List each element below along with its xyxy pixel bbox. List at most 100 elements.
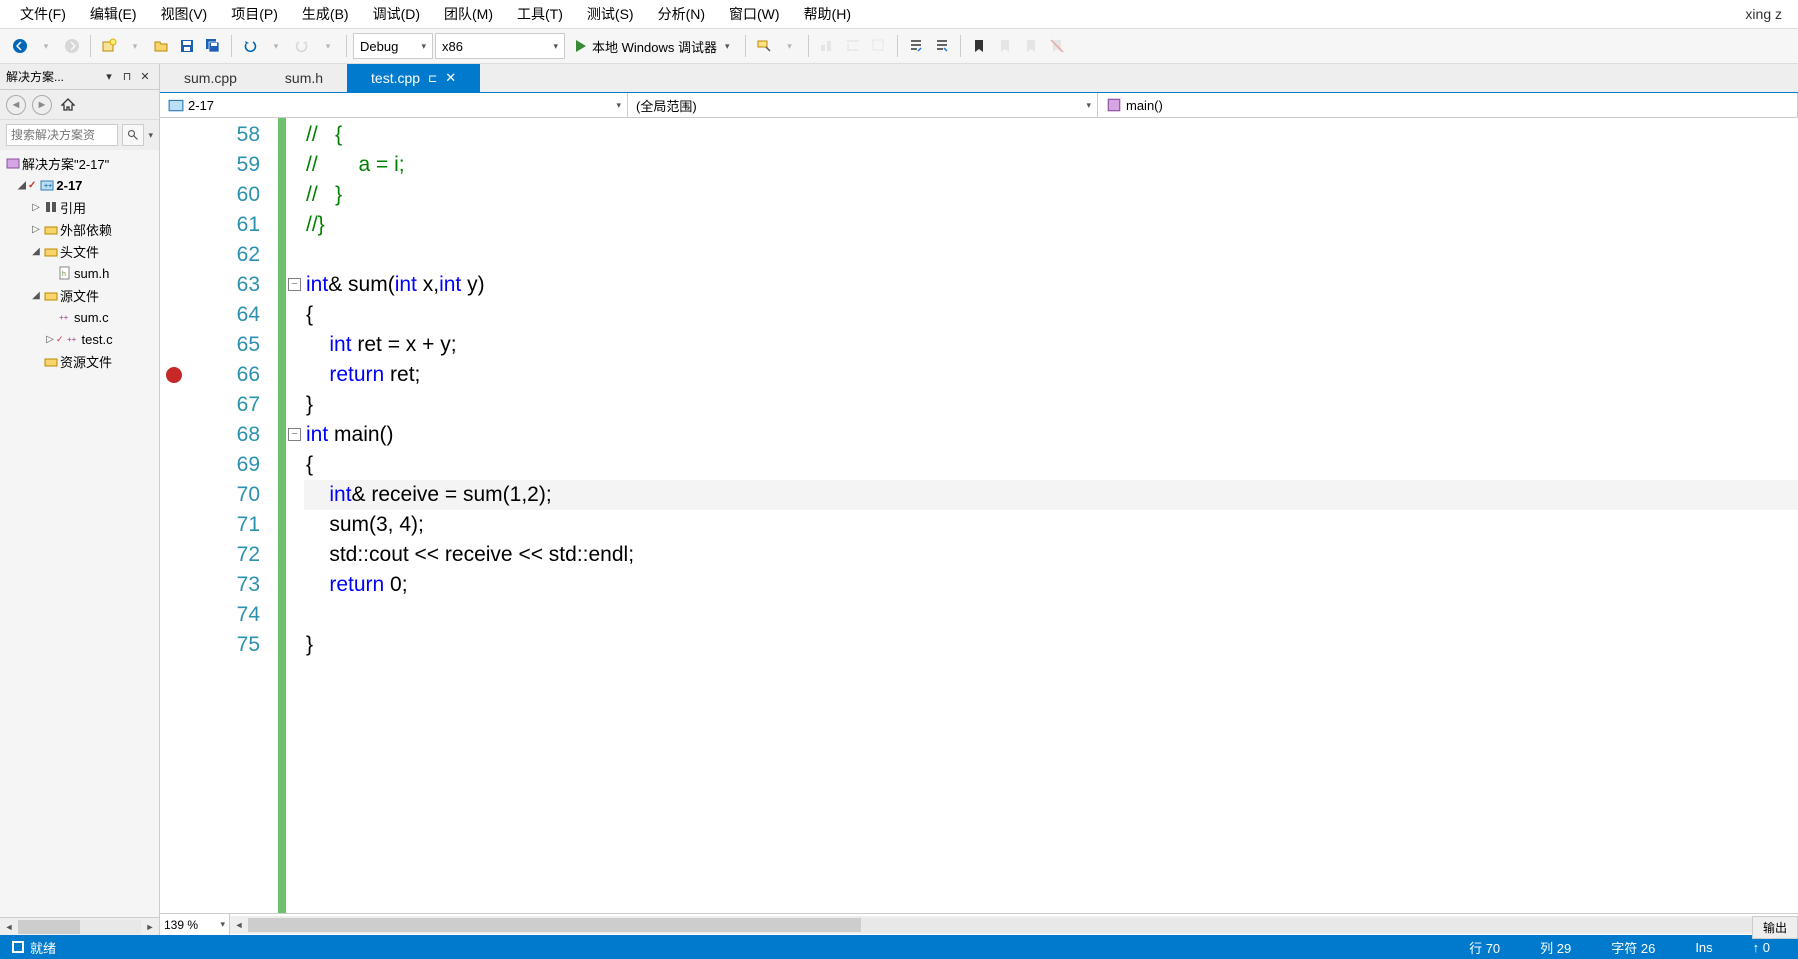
zoom-dropdown[interactable]: 139 %▾ [160,914,230,935]
menu-item[interactable]: 文件(F) [8,0,78,28]
redo-button[interactable] [290,34,314,58]
function-scope-dropdown[interactable]: main() [1098,93,1798,117]
save-button[interactable] [175,34,199,58]
home-button[interactable] [58,95,78,115]
panel-dropdown-button[interactable]: ▾ [101,69,117,85]
undo-dropdown[interactable]: ▾ [264,34,288,58]
project-scope-dropdown[interactable]: 2-17▾ [160,93,628,117]
undo-button[interactable] [238,34,262,58]
open-file-button[interactable] [149,34,173,58]
start-debug-button[interactable]: 本地 Windows 调试器 ▾ [567,33,739,59]
solution-node[interactable]: 解决方案"2-17" [0,152,159,174]
platform-dropdown[interactable]: x86▾ [435,33,565,59]
code-line[interactable]: int main() [304,420,1798,450]
fold-toggle[interactable]: − [288,278,301,291]
menu-item[interactable]: 编辑(E) [78,0,149,28]
save-all-button[interactable] [201,34,225,58]
class-scope-dropdown[interactable]: (全局范围)▾ [628,93,1098,117]
menu-item[interactable]: 分析(N) [646,0,717,28]
status-ready: 就绪 [8,938,76,957]
headers-folder-node[interactable]: ◢ 头文件 [0,240,159,262]
menu-item[interactable]: 测试(S) [575,0,646,28]
code-line[interactable]: //} [304,210,1798,240]
menu-item[interactable]: 帮助(H) [792,0,863,28]
code-line[interactable]: { [304,450,1798,480]
external-deps-node[interactable]: ▷ 外部依赖 [0,218,159,240]
code-line[interactable]: } [304,390,1798,420]
breakpoint-icon[interactable] [166,367,182,383]
file-tab[interactable]: sum.cpp [160,64,261,92]
menu-bar: 文件(F)编辑(E)视图(V)项目(P)生成(B)调试(D)团队(M)工具(T)… [0,0,1798,28]
comment-button[interactable] [904,34,928,58]
code-line[interactable]: return 0; [304,570,1798,600]
step-into-button[interactable] [815,34,839,58]
panel-hscroll[interactable]: ◄► [0,917,159,935]
menu-item[interactable]: 生成(B) [290,0,361,28]
config-dropdown[interactable]: Debug▾ [353,33,433,59]
code-line[interactable]: // a = i; [304,150,1798,180]
source-file-node[interactable]: ++ sum.c [0,306,159,328]
code-line[interactable]: // { [304,120,1798,150]
back-button[interactable]: ◄ [6,95,26,115]
status-col: 列 29 [1520,938,1591,957]
code-line[interactable]: int& sum(int x,int y) [304,270,1798,300]
menu-item[interactable]: 调试(D) [361,0,432,28]
code-line[interactable]: int ret = x + y; [304,330,1798,360]
source-file-node[interactable]: ▷ ✓ ++ test.c [0,328,159,350]
panel-pin-button[interactable]: ⊓ [119,69,135,85]
code-line[interactable] [304,600,1798,630]
new-project-button[interactable] [97,34,121,58]
step-over-button[interactable] [841,34,865,58]
code-line[interactable] [304,240,1798,270]
code-line[interactable]: } [304,630,1798,660]
code-line[interactable]: int& receive = sum(1,2); [304,480,1798,510]
new-dropdown[interactable]: ▾ [123,34,147,58]
status-char: 字符 26 [1591,938,1675,957]
code-line[interactable]: // } [304,180,1798,210]
user-label[interactable]: xing z [1737,2,1790,26]
pin-icon[interactable]: ⊏ [428,72,437,85]
search-button[interactable] [122,124,144,146]
bookmark-button[interactable] [967,34,991,58]
panel-close-button[interactable]: ✕ [137,69,153,85]
redo-dropdown[interactable]: ▾ [316,34,340,58]
search-input[interactable] [6,124,118,146]
menu-item[interactable]: 团队(M) [432,0,505,28]
code-line[interactable]: std::cout << receive << std::endl; [304,540,1798,570]
uncomment-button[interactable] [930,34,954,58]
close-icon[interactable]: ✕ [445,70,456,86]
fold-toggle[interactable]: − [288,428,301,441]
sources-folder-node[interactable]: ◢ 源文件 [0,284,159,306]
file-tab-active[interactable]: test.cpp ⊏ ✕ [347,64,480,92]
code-line[interactable]: { [304,300,1798,330]
menu-item[interactable]: 项目(P) [219,0,290,28]
code-editor[interactable]: 585960616263646566676869707172737475 −− … [160,118,1798,913]
bookmark-next-button[interactable] [1019,34,1043,58]
code-line[interactable]: sum(3, 4); [304,510,1798,540]
forward-button[interactable]: ► [32,95,52,115]
references-node[interactable]: ▷ 引用 [0,196,159,218]
step-out-button[interactable] [867,34,891,58]
svg-text:++: ++ [67,335,77,344]
find-button[interactable] [752,34,776,58]
search-dropdown[interactable]: ▾ [148,130,153,141]
project-node[interactable]: ◢ ✓ ++ 2-17 [0,174,159,196]
chevron-down-icon: ▾ [421,41,426,52]
menu-item[interactable]: 视图(V) [149,0,220,28]
bookmark-prev-button[interactable] [993,34,1017,58]
menu-item[interactable]: 工具(T) [505,0,575,28]
output-tab[interactable]: 输出 [1752,916,1798,935]
header-file-node[interactable]: h sum.h [0,262,159,284]
svg-text:++: ++ [59,313,69,322]
status-publish[interactable]: ↑ 0 [1733,940,1790,955]
editor-area: sum.cpp sum.h test.cpp ⊏ ✕ 2-17▾ (全局范围)▾… [160,64,1798,935]
code-line[interactable]: return ret; [304,360,1798,390]
nav-forward-button[interactable]: ▾ [34,34,58,58]
bookmark-clear-button[interactable] [1045,34,1069,58]
resources-folder-node[interactable]: 资源文件 [0,350,159,372]
nav-back-button[interactable] [8,34,32,58]
file-tab[interactable]: sum.h [261,64,347,92]
menu-item[interactable]: 窗口(W) [717,0,792,28]
editor-hscroll[interactable]: ◄► [230,916,1798,934]
find-dropdown[interactable]: ▾ [778,34,802,58]
